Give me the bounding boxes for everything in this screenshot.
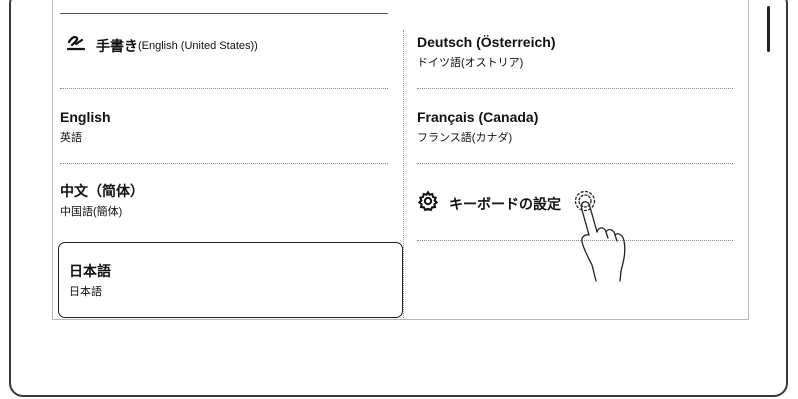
lang-item-title: 日本語 xyxy=(69,263,111,279)
keyboard-settings-label: キーボードの設定 xyxy=(449,195,561,212)
divider xyxy=(60,88,388,89)
tap-hand-icon xyxy=(566,189,646,289)
lang-item-subtitle: 中国語(簡体) xyxy=(60,206,123,218)
lang-item-subtitle: ドイツ語(オストリア) xyxy=(417,57,524,69)
lang-item-chinese-simplified[interactable]: 中文（简体） 中国語(簡体) xyxy=(60,182,388,230)
lang-item-japanese-selected[interactable]: 日本語 日本語 xyxy=(58,242,403,318)
divider xyxy=(60,163,388,164)
lang-item-title: 中文（简体） xyxy=(60,183,144,199)
lang-item-title: English xyxy=(60,109,111,125)
lang-item-title-suffix: (English (United States)) xyxy=(138,39,258,52)
scrollbar[interactable] xyxy=(767,6,770,52)
lang-item-german-austria[interactable]: Deutsch (Österreich) ドイツ語(オストリア) xyxy=(417,33,733,81)
lang-item-english[interactable]: English 英語 xyxy=(60,108,388,156)
lang-item-subtitle: 日本語 xyxy=(69,286,102,298)
lang-item-french-canada[interactable]: Français (Canada) フランス語(カナダ) xyxy=(417,108,733,156)
lang-item-title: Français (Canada) xyxy=(417,109,539,125)
column-divider xyxy=(403,30,404,320)
lang-item-subtitle: 英語 xyxy=(60,132,82,144)
lang-item-handwriting[interactable]: 手書き (English (United States)) xyxy=(66,34,388,70)
lang-item-title: 手書き xyxy=(96,37,138,54)
divider xyxy=(417,163,733,164)
divider xyxy=(417,88,733,89)
gear-icon xyxy=(417,190,439,217)
panel-top-divider xyxy=(60,13,388,14)
handwriting-icon xyxy=(66,34,86,57)
lang-item-subtitle: フランス語(カナダ) xyxy=(417,132,513,144)
lang-item-title: Deutsch (Österreich) xyxy=(417,34,556,50)
